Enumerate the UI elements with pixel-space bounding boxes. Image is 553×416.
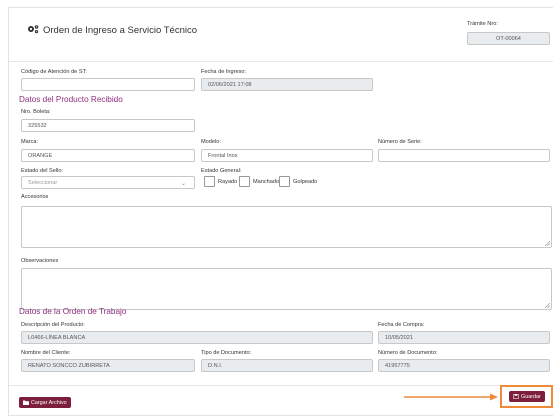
cliente-label: Nombre del Cliente: <box>21 350 71 356</box>
tipo-documento-field[interactable]: D.N.I. <box>201 359 373 372</box>
descripcion-field[interactable]: L0466-LÍNEA BLANCA <box>21 331 373 344</box>
descripcion-label: Descripción del Producto: <box>21 322 85 328</box>
modelo-label: Modelo: <box>201 139 221 145</box>
guardar-label: Guardar <box>521 393 541 400</box>
fecha-compra-label: Fecha de Compra: <box>378 322 425 328</box>
save-icon <box>513 394 519 399</box>
section-trabajo-title: Datos de la Orden de Trabajo <box>19 307 127 316</box>
chevron-down-icon: ⌄ <box>180 181 186 187</box>
estado-general-label: Estado General: <box>201 168 242 174</box>
modelo-input[interactable]: Frontal Inox <box>201 149 373 162</box>
form-card: Orden de Ingreso a Servicio Técnico Trám… <box>8 7 553 416</box>
marca-label: Marca: <box>21 139 39 145</box>
marca-input[interactable]: ORANGE <box>21 149 195 162</box>
cargar-archivo-label: Cargar Archivo <box>31 399 67 406</box>
footer-divider <box>9 385 553 386</box>
page-title: Orden de Ingreso a Servicio Técnico <box>27 24 197 37</box>
tipo-documento-label: Tipo de Documento: <box>201 350 252 356</box>
annotation-arrow <box>404 393 498 401</box>
numero-documento-label: Número de Documento: <box>378 350 438 356</box>
manchado-label: Manchado <box>253 179 280 185</box>
manchado-checkbox[interactable] <box>239 176 250 187</box>
tramite-field[interactable]: OT-00064 <box>467 32 550 45</box>
fecha-ingreso-label: Fecha de Ingreso: <box>201 69 247 75</box>
numero-documento-field[interactable]: 41957775 <box>378 359 550 372</box>
header-divider <box>9 61 553 62</box>
page-title-text: Orden de Ingreso a Servicio Técnico <box>43 25 198 36</box>
sello-select-value: Seleccionar <box>28 179 58 186</box>
guardar-button[interactable]: Guardar <box>509 391 545 402</box>
observaciones-label: Observaciones <box>21 258 59 264</box>
cargar-archivo-button[interactable]: Cargar Archivo <box>19 397 71 408</box>
gears-icon <box>27 24 39 37</box>
golpeado-checkbox[interactable] <box>279 176 290 187</box>
fecha-compra-field[interactable]: 10/05/2021 <box>378 331 550 344</box>
accesorios-textarea[interactable] <box>21 206 552 248</box>
observaciones-textarea[interactable] <box>21 268 552 310</box>
folder-icon <box>23 400 29 405</box>
sello-select[interactable]: Seleccionar ⌄ <box>21 176 195 189</box>
sello-label: Estado del Sello: <box>21 168 63 174</box>
cliente-field[interactable]: RENATO SONCCO ZUBIRRETA <box>21 359 195 372</box>
resize-grip-icon[interactable] <box>545 303 550 308</box>
rayado-label: Rayado <box>218 179 238 185</box>
boleta-label: Nro. Boleta: <box>21 109 51 115</box>
serie-input[interactable] <box>378 149 550 162</box>
golpeado-label: Golpeado <box>293 179 318 185</box>
serie-label: Número de Serie: <box>378 139 422 145</box>
section-producto-title: Datos del Producto Recibido <box>19 95 123 104</box>
boleta-input[interactable]: 325532 <box>21 119 195 132</box>
fecha-ingreso-field[interactable]: 02/06/2021 17:08 <box>201 78 373 91</box>
codigo-label: Código de Atención de ST: <box>21 69 87 75</box>
accesorios-label: Accesorios <box>21 194 49 200</box>
tramite-label: Trámite Nro: <box>467 21 498 27</box>
codigo-input[interactable] <box>21 78 195 91</box>
resize-grip-icon[interactable] <box>545 241 550 246</box>
rayado-checkbox[interactable] <box>204 176 215 187</box>
